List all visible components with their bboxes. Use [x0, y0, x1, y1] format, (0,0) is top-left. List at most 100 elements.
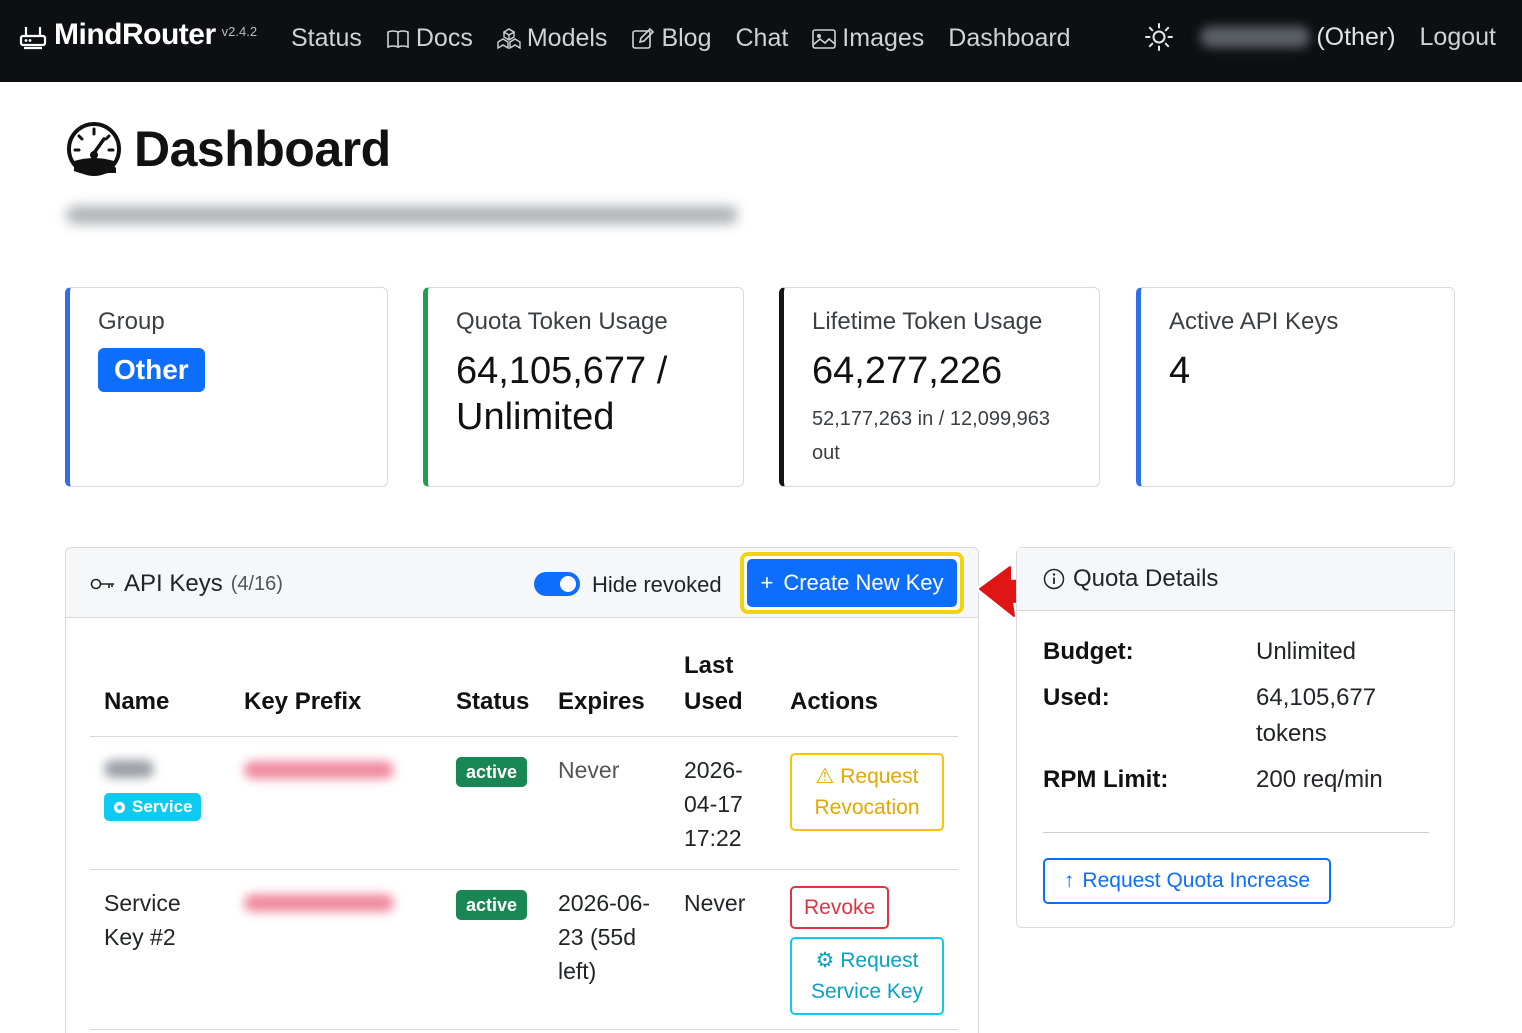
- service-badge: Service: [104, 793, 201, 821]
- welcome-text-redacted: [66, 206, 738, 224]
- used-value: 64,105,677 tokens: [1256, 684, 1377, 747]
- top-navbar: MindRouter v2.4.2 Status Docs Models Blo…: [0, 0, 1522, 82]
- key-status-cell: active: [442, 736, 544, 870]
- gear-icon: [113, 801, 126, 813]
- api-keys-title: API Keys (4/16): [90, 570, 283, 598]
- hide-revoked-label: Hide revoked: [592, 572, 722, 597]
- nav-images-label: Images: [842, 24, 925, 52]
- nav-status[interactable]: Status: [291, 24, 362, 53]
- page-title: Dashboard: [66, 120, 391, 178]
- service-badge-label: Service: [132, 797, 193, 816]
- nav-docs[interactable]: Docs: [386, 24, 473, 53]
- key-prefix-redacted: [244, 761, 394, 779]
- key-expires-cell: Never: [544, 736, 670, 870]
- nav-dashboard-label: Dashboard: [948, 24, 1071, 52]
- budget-label: Budget:: [1043, 638, 1134, 665]
- rpm-value: 200 req/min: [1256, 766, 1383, 793]
- image-icon: [812, 28, 837, 49]
- quota-details-title: Quota Details: [1073, 565, 1219, 592]
- key-name-cell: Service: [90, 736, 230, 870]
- sun-icon[interactable]: [1144, 22, 1174, 52]
- brand[interactable]: MindRouter v2.4.2: [18, 18, 257, 52]
- create-new-key-label: Create New Key: [783, 570, 944, 595]
- col-key-prefix[interactable]: Key Prefix: [230, 648, 442, 737]
- status-badge: active: [456, 890, 528, 920]
- request-quota-increase-button[interactable]: ↑ Request Quota Increase: [1043, 858, 1331, 904]
- lifetime-usage-value: 64,277,226: [812, 350, 1003, 392]
- info-icon: [1043, 568, 1065, 590]
- quota-divider: [1043, 832, 1429, 833]
- quota-details-card: Quota Details Budget: Unlimited Used: 64…: [1016, 547, 1455, 928]
- boxes-icon: [497, 27, 521, 49]
- group-badge: Other: [98, 348, 205, 392]
- key-prefix-redacted: [244, 894, 394, 912]
- nav-blog-label: Blog: [661, 24, 712, 52]
- arrow-up-icon: ↑: [1063, 869, 1075, 892]
- brand-version: v2.4.2: [221, 24, 258, 39]
- col-last-used[interactable]: Last Used: [670, 648, 776, 737]
- group-card: Group Other: [65, 287, 388, 487]
- nav-models-label: Models: [526, 24, 608, 52]
- nav-dashboard[interactable]: Dashboard: [948, 24, 1070, 53]
- router-icon: [19, 27, 47, 50]
- key-actions-cell: Revoke ⚙ Request Service Key: [776, 869, 958, 1030]
- nav-chat-label: Chat: [735, 24, 789, 52]
- key-actions-cell: ⚠ Request Revocation: [776, 736, 958, 870]
- nav-status-label: Status: [291, 24, 362, 52]
- nav-right: (Other) Logout: [1144, 22, 1496, 52]
- budget-value: Unlimited: [1256, 638, 1357, 665]
- used-label: Used:: [1043, 684, 1110, 711]
- quota-usage-used: 64,105,677 /: [456, 350, 668, 392]
- lifetime-usage-card: Lifetime Token Usage 64,277,226 52,177,2…: [779, 287, 1100, 487]
- active-keys-card: Active API Keys 4: [1136, 287, 1455, 487]
- warning-icon: ⚠: [815, 765, 835, 788]
- key-prefix-cell: [230, 736, 442, 870]
- table-row: Service active Never 2026-04-17 17:22 ⚠ …: [90, 736, 958, 870]
- create-new-key-button[interactable]: + Create New Key: [747, 559, 957, 607]
- col-expires[interactable]: Expires: [544, 648, 670, 737]
- key-prefix-cell: [230, 869, 442, 1030]
- quota-usage-label: Quota Token Usage: [456, 308, 668, 335]
- api-keys-header: API Keys (4/16) Hide revoked + Create Ne…: [66, 548, 978, 618]
- api-keys-count: (4/16): [230, 572, 283, 595]
- status-badge: active: [456, 757, 528, 787]
- page-title-text: Dashboard: [134, 121, 391, 177]
- key-expires-cell: 2026-06-23 (55d left): [544, 869, 670, 1030]
- active-keys-label: Active API Keys: [1169, 308, 1339, 335]
- key-icon: [90, 578, 114, 590]
- col-status[interactable]: Status: [442, 648, 544, 737]
- revoke-button[interactable]: Revoke: [790, 886, 890, 929]
- create-key-highlight: + Create New Key: [740, 552, 964, 614]
- nav-images[interactable]: Images: [812, 24, 924, 53]
- quota-usage-card: Quota Token Usage 64,105,677 / Unlimited: [423, 287, 744, 487]
- logout-link[interactable]: Logout: [1420, 23, 1496, 52]
- key-last-used-cell: Never: [670, 869, 776, 1030]
- quota-usage-limit: Unlimited: [456, 396, 615, 438]
- nav-chat[interactable]: Chat: [735, 24, 788, 53]
- request-revocation-button[interactable]: ⚠ Request Revocation: [790, 753, 944, 831]
- nav-docs-label: Docs: [415, 24, 473, 52]
- key-name-cell: Service Key #2: [90, 869, 230, 1030]
- nav-links: Status Docs Models Blog Chat Images Dash…: [291, 24, 1095, 53]
- request-quota-increase-label: Request Quota Increase: [1082, 869, 1311, 892]
- username-redacted[interactable]: [1200, 26, 1311, 48]
- request-service-key-button[interactable]: ⚙ Request Service Key: [790, 937, 944, 1015]
- speedometer-icon: [67, 122, 121, 176]
- lifetime-usage-detail: 52,177,263 in / 12,099,963 out: [812, 408, 1050, 464]
- quota-details-header: Quota Details: [1017, 548, 1454, 611]
- plus-icon: +: [760, 570, 774, 595]
- gear-icon: ⚙: [815, 949, 835, 972]
- key-name-redacted: [104, 760, 154, 778]
- rpm-label: RPM Limit:: [1043, 766, 1169, 793]
- table-row: Service Key #2 active 2026-06-23 (55d le…: [90, 869, 958, 1030]
- hide-revoked-toggle[interactable]: [534, 572, 580, 596]
- api-keys-card: API Keys (4/16) Hide revoked + Create Ne…: [65, 547, 979, 1033]
- key-status-cell: active: [442, 869, 544, 1030]
- user-group[interactable]: (Other): [1316, 23, 1395, 52]
- table-header-row: Name Key Prefix Status Expires Last Used…: [90, 648, 958, 737]
- col-name[interactable]: Name: [90, 648, 230, 737]
- col-actions: Actions: [776, 648, 958, 737]
- nav-models[interactable]: Models: [497, 24, 608, 53]
- quota-usage-value: 64,105,677 / Unlimited: [456, 348, 715, 440]
- nav-blog[interactable]: Blog: [631, 24, 711, 53]
